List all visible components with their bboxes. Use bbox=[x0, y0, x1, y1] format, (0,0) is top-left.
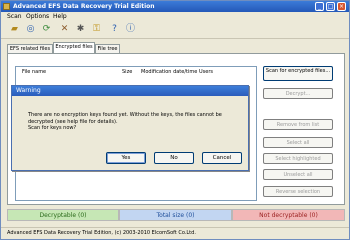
menu-help[interactable]: Help bbox=[53, 13, 67, 20]
status-not-decryptable: Not decryptable (0) bbox=[232, 209, 345, 221]
column-header-file-name[interactable]: File name bbox=[22, 69, 46, 75]
find-icon[interactable]: ◎ bbox=[25, 24, 36, 35]
cancel-button[interactable]: Cancel bbox=[202, 152, 242, 164]
info-icon[interactable]: ⓘ bbox=[125, 24, 136, 35]
minimize-icon[interactable]: _ bbox=[315, 2, 324, 11]
toolbar: ▰ ◎ ⟳ ✕ ✱ ⚿ ? ⓘ bbox=[1, 21, 349, 39]
key-icon[interactable]: ⚿ bbox=[91, 24, 102, 35]
app-window: Advanced EFS Data Recovery Trial Edition… bbox=[0, 0, 350, 240]
reverse-selection-button[interactable]: Reverse selection bbox=[263, 186, 333, 197]
dialog-message-line: There are no encryption keys found yet. … bbox=[28, 112, 222, 118]
settings-icon[interactable]: ✱ bbox=[75, 24, 86, 35]
scan-icon[interactable]: ⟳ bbox=[41, 24, 52, 35]
tools-icon[interactable]: ✕ bbox=[59, 24, 70, 35]
no-button[interactable]: No bbox=[154, 152, 194, 164]
footer-bar: Advanced EFS Data Recovery Trial Edition… bbox=[1, 227, 349, 239]
maximize-icon[interactable]: □ bbox=[326, 2, 335, 11]
menu-scan[interactable]: Scan bbox=[7, 13, 22, 20]
tab-efs-related-files[interactable]: EFS related files bbox=[7, 44, 53, 53]
title-bar: Advanced EFS Data Recovery Trial Edition… bbox=[1, 1, 349, 12]
close-icon[interactable]: × bbox=[337, 2, 346, 11]
menu-options[interactable]: Options bbox=[26, 13, 49, 20]
warning-dialog: Warning There are no encryption keys fou… bbox=[11, 85, 249, 171]
status-decryptable: Decryptable (0) bbox=[7, 209, 119, 221]
tab-encrypted-files[interactable]: Encrypted files bbox=[53, 42, 95, 53]
copyright-text: Advanced EFS Data Recovery Trial Edition… bbox=[7, 230, 196, 236]
dialog-title-bar: Warning bbox=[12, 86, 248, 96]
column-header-modification-date[interactable]: Modification date/time bbox=[141, 69, 197, 75]
open-folder-icon[interactable]: ▰ bbox=[9, 24, 20, 35]
window-title: Advanced EFS Data Recovery Trial Edition bbox=[13, 3, 155, 10]
decrypt-button[interactable]: Decrypt... bbox=[263, 88, 333, 99]
yes-button[interactable]: Yes bbox=[106, 152, 146, 164]
menu-bar: Scan Options Help bbox=[1, 12, 349, 21]
select-all-button[interactable]: Select all bbox=[263, 137, 333, 148]
status-bar: Decryptable (0) Total size (0) Not decry… bbox=[7, 209, 345, 221]
dialog-title: Warning bbox=[16, 87, 41, 94]
help-icon[interactable]: ? bbox=[109, 24, 120, 35]
status-total-size: Total size (0) bbox=[119, 209, 232, 221]
scan-for-encrypted-files-button[interactable]: Scan for encrypted files... bbox=[263, 66, 333, 81]
column-header-users[interactable]: Users bbox=[199, 69, 213, 75]
dialog-message-line: Scan for keys now? bbox=[28, 125, 77, 131]
column-header-size[interactable]: Size bbox=[122, 69, 132, 75]
unselect-all-button[interactable]: Unselect all bbox=[263, 169, 333, 180]
remove-from-list-button[interactable]: Remove from list bbox=[263, 119, 333, 130]
select-highlighted-button[interactable]: Select highlighted bbox=[263, 153, 333, 164]
app-icon bbox=[3, 3, 10, 10]
tab-file-tree[interactable]: File tree bbox=[95, 44, 120, 53]
dialog-message: There are no encryption keys found yet. … bbox=[28, 112, 228, 132]
